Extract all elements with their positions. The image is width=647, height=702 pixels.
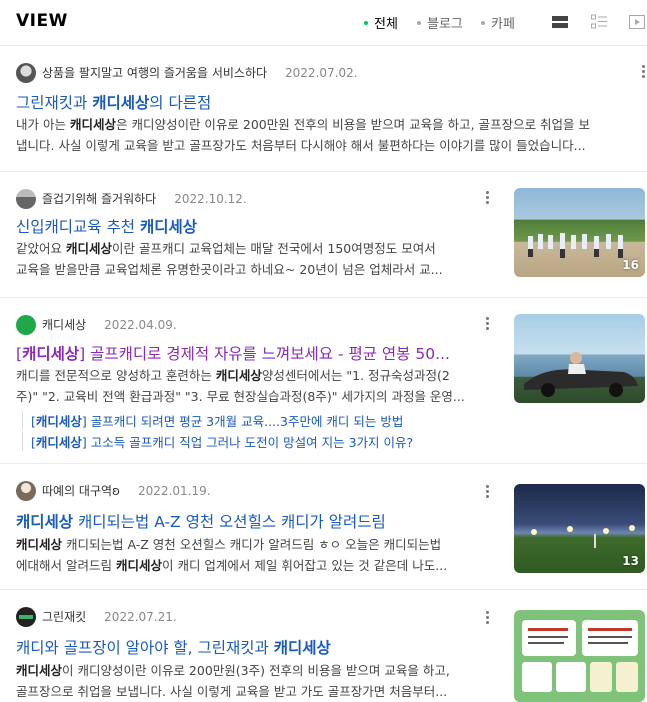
author-name[interactable]: 상품을 팔지말고 여행의 즐거움을 서비스하다 (42, 66, 267, 80)
result-item: 상품을 팔지말고 여행의 즐거움을 서비스하다 2022.07.02. 그린재킷과… (0, 46, 647, 172)
result-title[interactable]: 신입캐디교육 추천 캐디세상 (16, 215, 496, 237)
author-row: 따예의 대구역ʚ 2022.01.19. (16, 480, 211, 501)
promo-poster-image (522, 620, 638, 692)
result-snippet: 캐디세상 캐디되는법 A-Z 영천 오션힐스 캐디가 알려드림 ㅎㅇ 오늘은 캐… (16, 537, 448, 573)
result-item: 그린재킷 2022.07.21. 캐디와 골프장이 알아야 할, 그린재킷과 캐디… (0, 590, 647, 702)
post-date: 2022.10.12. (174, 191, 247, 206)
result-snippet: 내가 아는 캐디세상은 캐디양성이란 이유로 200만원 전후의 비용을 받으며… (16, 117, 591, 153)
author-name[interactable]: 그린재킷 (42, 610, 86, 624)
result-item: 캐디세상 2022.04.09. [캐디세상] 골프캐디로 경제적 자유를 느껴보… (0, 298, 647, 464)
author-name[interactable]: 즐겁기위해 즐거워하다 (42, 192, 156, 206)
author-row: 즐겁기위해 즐거워하다 2022.10.12. (16, 188, 247, 209)
green-jacket-logo[interactable] (16, 606, 36, 627)
compact-view-icon[interactable] (590, 13, 608, 31)
result-title[interactable]: [캐디세상] 골프캐디로 경제적 자유를 느껴보세요 - 평균 연봉 50... (16, 342, 506, 364)
post-thumbnail[interactable]: 16 (514, 188, 645, 277)
more-options-icon[interactable] (486, 316, 490, 332)
author-row: 그린재킷 2022.07.21. (16, 606, 177, 627)
view-header: VIEW 전체 블로그 카페 (0, 0, 647, 46)
filter-all[interactable]: 전체 (364, 13, 398, 32)
result-title[interactable]: 그린재킷과 캐디세상의 다른점 (16, 91, 636, 113)
author-name[interactable]: 따예의 대구역ʚ (42, 484, 120, 498)
result-item: 따예의 대구역ʚ 2022.01.19. 캐디세상 캐디되는법 A-Z 영천 오션… (0, 464, 647, 590)
avatar[interactable] (16, 188, 36, 209)
dot-icon (417, 20, 421, 25)
more-options-icon[interactable] (642, 64, 646, 80)
post-date: 2022.01.19. (138, 483, 211, 498)
post-date: 2022.07.02. (285, 65, 358, 80)
result-title[interactable]: 캐디세상 캐디되는법 A-Z 영천 오션힐스 캐디가 알려드림 (16, 510, 506, 532)
related-post-link[interactable]: [캐디세상] 고소득 골프캐디 직업 그러나 도전이 망설여 지는 3가지 이유… (22, 432, 413, 451)
author-row: 상품을 팔지말고 여행의 즐거움을 서비스하다 2022.07.02. (16, 62, 358, 83)
image-count: 16 (622, 258, 639, 272)
active-dot-icon (364, 20, 368, 25)
avatar[interactable] (16, 480, 36, 501)
section-title: VIEW (16, 11, 68, 31)
filter-cafe[interactable]: 카페 (481, 13, 515, 32)
filter-blog-label: 블로그 (427, 17, 463, 32)
filter-all-label: 전체 (374, 17, 398, 32)
post-date: 2022.04.09. (104, 317, 177, 332)
result-snippet: 캐디를 전문적으로 양성하고 훈련하는 캐디세상양성센터에서는 "1. 정규숙성… (16, 368, 465, 404)
post-thumbnail[interactable] (514, 314, 645, 403)
more-options-icon[interactable] (486, 484, 490, 500)
list-view-icon[interactable] (551, 13, 569, 31)
more-options-icon[interactable] (486, 190, 490, 206)
result-title[interactable]: 캐디와 골프장이 알아야 할, 그린재킷과 캐디세상 (16, 636, 506, 658)
result-snippet: 같았어요 캐디세상이란 골프캐디 교육업체는 매달 전국에서 150여명정도 모… (16, 241, 443, 277)
author-name[interactable]: 캐디세상 (42, 318, 86, 332)
post-thumbnail[interactable] (514, 610, 645, 702)
post-thumbnail[interactable]: 13 (514, 484, 645, 573)
result-item: 즐겁기위해 즐거워하다 2022.10.12. 신입캐디교육 추천 캐디세상 같았… (0, 172, 647, 298)
avatar[interactable] (16, 62, 36, 83)
filter-cafe-label: 카페 (491, 17, 515, 32)
author-row: 캐디세상 2022.04.09. (16, 314, 177, 335)
filter-blog[interactable]: 블로그 (417, 13, 463, 32)
result-snippet: 캐디세상이 캐디양성이란 이유로 200만원(3주) 전후의 비용을 받으며 교… (16, 663, 450, 699)
image-count: 13 (622, 554, 639, 568)
related-post-link[interactable]: [캐디세상] 골프캐디 되려면 평균 3개월 교육....3주만에 캐디 되는 … (22, 411, 403, 430)
video-view-icon[interactable] (628, 13, 646, 31)
post-date: 2022.07.21. (104, 609, 177, 624)
car-image (524, 352, 638, 397)
avatar[interactable] (16, 314, 36, 335)
more-options-icon[interactable] (486, 610, 490, 626)
dot-icon (481, 20, 485, 25)
logo-mark (19, 614, 33, 619)
